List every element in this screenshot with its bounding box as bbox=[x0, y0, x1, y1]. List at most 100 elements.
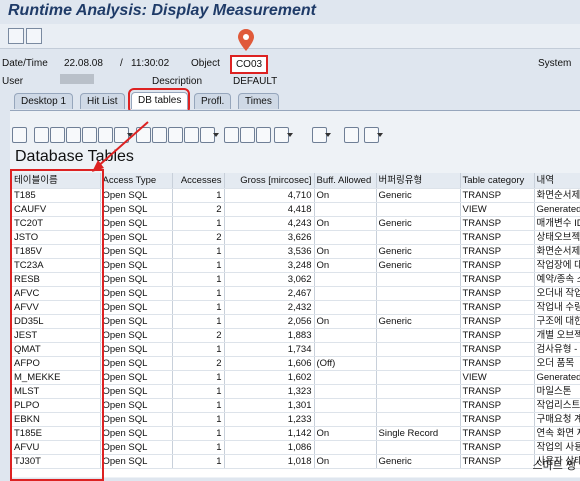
measurement-header: Date/Time 22.08.08 / 11:30:02 Object Sys… bbox=[0, 52, 580, 92]
cell-accesses: 1 bbox=[172, 426, 225, 441]
cell-buff-allowed bbox=[314, 370, 377, 385]
cell-accesses: 1 bbox=[172, 244, 225, 259]
column-highlight-box bbox=[10, 169, 104, 481]
database-icon[interactable] bbox=[344, 127, 359, 143]
layout-icon[interactable] bbox=[224, 127, 239, 143]
watermark: 스마트 쩡 bbox=[532, 460, 576, 472]
cell-accesses: 1 bbox=[172, 272, 225, 287]
cell-access-type: Open SQL bbox=[100, 370, 173, 385]
cell-buff-allowed bbox=[314, 328, 377, 343]
cell-table-category: TRANSP bbox=[460, 328, 535, 343]
find-icon[interactable] bbox=[50, 127, 65, 143]
cell-buff-allowed bbox=[314, 398, 377, 413]
cell-gross: 1,602 bbox=[224, 370, 315, 385]
display-icon[interactable] bbox=[274, 127, 293, 143]
application-toolbar bbox=[0, 24, 580, 49]
filter-icon[interactable] bbox=[114, 127, 133, 143]
cell-gross: 1,734 bbox=[224, 342, 315, 357]
cell-gross: 1,086 bbox=[224, 440, 315, 455]
sort-asc-icon[interactable] bbox=[82, 127, 97, 143]
cell-table-category: TRANSP bbox=[460, 244, 535, 259]
cell-description: 구매요청 계정 bbox=[534, 412, 580, 427]
title-bar: Runtime Analysis: Display Measurement bbox=[0, 0, 580, 24]
export-icon[interactable] bbox=[168, 127, 183, 143]
col-header-gross[interactable]: Gross [mircosec] bbox=[224, 173, 315, 189]
cell-access-type: Open SQL bbox=[100, 300, 173, 315]
cell-buff-allowed bbox=[314, 300, 377, 315]
col-header-buff-allowed[interactable]: Buff. Allowed bbox=[314, 173, 377, 189]
subtotal-icon[interactable] bbox=[152, 127, 167, 143]
cell-access-type: Open SQL bbox=[100, 412, 173, 427]
tab-profl[interactable]: Profl. bbox=[194, 93, 232, 109]
graphic-icon[interactable] bbox=[200, 127, 219, 143]
cell-buff-allowed: (Off) bbox=[314, 356, 377, 371]
col-header-description[interactable]: 내역 bbox=[534, 173, 580, 189]
cell-description: 작업장에 대한 bbox=[534, 258, 580, 273]
tab-times[interactable]: Times bbox=[238, 93, 279, 109]
cell-buff-allowed: On bbox=[314, 216, 377, 231]
cell-gross: 1,018 bbox=[224, 454, 315, 469]
cell-buffer-type bbox=[376, 398, 461, 413]
col-header-accesses[interactable]: Accesses bbox=[172, 173, 225, 189]
cell-table-category: TRANSP bbox=[460, 314, 535, 329]
save-icon[interactable] bbox=[8, 28, 24, 44]
cell-description: Generated T bbox=[534, 370, 580, 385]
cell-description: Generated T bbox=[534, 202, 580, 217]
cell-buff-allowed: On bbox=[314, 258, 377, 273]
tab-desktop-1[interactable]: Desktop 1 bbox=[14, 93, 74, 109]
cell-buffer-type bbox=[376, 202, 461, 217]
cell-description: 화면순서제어 bbox=[534, 188, 580, 203]
sort-desc-icon[interactable] bbox=[98, 127, 113, 143]
cell-accesses: 2 bbox=[172, 230, 225, 245]
cell-buff-allowed bbox=[314, 412, 377, 427]
cell-description: 예약/종속 소 bbox=[534, 272, 580, 287]
cell-buffer-type bbox=[376, 384, 461, 399]
cell-description: 매개변수 ID bbox=[534, 216, 580, 231]
cell-access-type: Open SQL bbox=[100, 398, 173, 413]
cell-buff-allowed bbox=[314, 440, 377, 455]
cell-access-type: Open SQL bbox=[100, 216, 173, 231]
date-separator: / bbox=[120, 58, 123, 69]
cell-access-type: Open SQL bbox=[100, 426, 173, 441]
cell-access-type: Open SQL bbox=[100, 272, 173, 287]
cell-buff-allowed: On bbox=[314, 426, 377, 441]
new-session-icon[interactable] bbox=[26, 28, 42, 44]
description-value: DEFAULT bbox=[233, 76, 278, 87]
sum-icon[interactable] bbox=[136, 127, 151, 143]
cell-access-type: Open SQL bbox=[100, 454, 173, 469]
cell-accesses: 1 bbox=[172, 286, 225, 301]
col-header-buffer-type[interactable]: 버퍼링유형 bbox=[376, 173, 461, 189]
cell-buff-allowed: On bbox=[314, 454, 377, 469]
user-label: User bbox=[2, 76, 24, 87]
cell-buffer-type bbox=[376, 286, 461, 301]
user-value-redacted bbox=[60, 74, 94, 84]
cell-buffer-type bbox=[376, 342, 461, 357]
cell-buff-allowed bbox=[314, 384, 377, 399]
select-layout-icon[interactable] bbox=[240, 127, 255, 143]
system-label: System bbox=[538, 58, 572, 69]
cell-accesses: 1 bbox=[172, 440, 225, 455]
detail-icon[interactable] bbox=[12, 127, 27, 143]
tab-hit-list[interactable]: Hit List bbox=[80, 93, 125, 109]
col-header-access-type[interactable]: Access Type bbox=[100, 173, 173, 189]
cell-access-type: Open SQL bbox=[100, 384, 173, 399]
print-icon[interactable] bbox=[34, 127, 49, 143]
cell-gross: 4,710 bbox=[224, 188, 315, 203]
cell-buffer-type: Generic bbox=[376, 454, 461, 469]
alv-toolbar bbox=[12, 127, 412, 145]
cell-access-type: Open SQL bbox=[100, 440, 173, 455]
cell-buff-allowed: On bbox=[314, 314, 377, 329]
cell-table-category: TRANSP bbox=[460, 188, 535, 203]
info-icon[interactable] bbox=[364, 127, 383, 143]
cell-buff-allowed bbox=[314, 272, 377, 287]
cell-buffer-type: Generic bbox=[376, 244, 461, 259]
tab-strip: Desktop 1 Hit List DB tables Profl. Time… bbox=[0, 92, 580, 110]
views-icon[interactable] bbox=[312, 127, 331, 143]
mail-icon[interactable] bbox=[184, 127, 199, 143]
cell-buff-allowed bbox=[314, 230, 377, 245]
save-layout-icon[interactable] bbox=[256, 127, 271, 143]
cell-accesses: 1 bbox=[172, 300, 225, 315]
col-header-table-category[interactable]: Table category bbox=[460, 173, 535, 189]
cell-description: 상태오브젝트 bbox=[534, 230, 580, 245]
find-next-icon[interactable] bbox=[66, 127, 81, 143]
